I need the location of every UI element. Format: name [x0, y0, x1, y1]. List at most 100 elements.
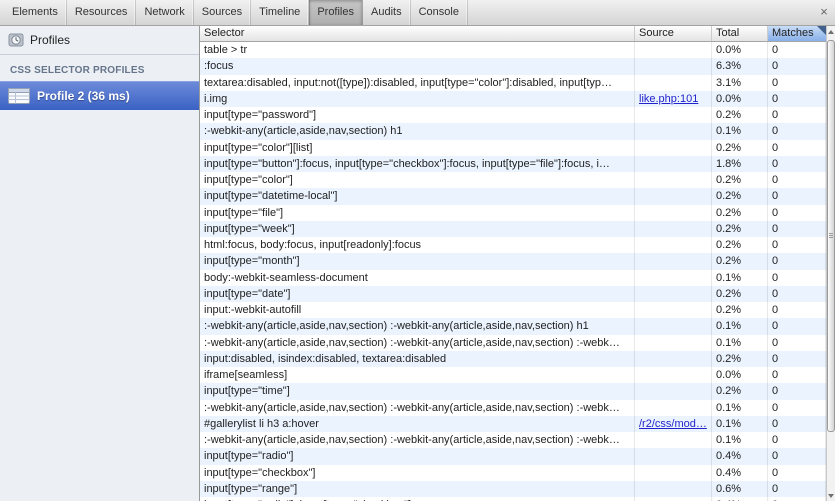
table-row[interactable]: :-webkit-any(article,aside,nav,section) …	[200, 399, 826, 416]
table-row[interactable]: :focus 6.3% 0	[200, 58, 826, 75]
table-row[interactable]: input[type="range"] 0.6% 0	[200, 480, 826, 497]
cell-selector: input:disabled, isindex:disabled, textar…	[200, 350, 635, 367]
sidebar-profiles-label: Profiles	[30, 33, 71, 47]
scroll-up-button[interactable]	[827, 26, 835, 37]
table-row[interactable]: input[type="datetime-local"] 0.2% 0	[200, 188, 826, 205]
scrollbar-thumb[interactable]	[827, 40, 835, 432]
table-row[interactable]: :-webkit-any(article,aside,nav,section) …	[200, 318, 826, 335]
cell-matches: 0	[768, 42, 826, 59]
cell-source	[635, 188, 712, 205]
cell-total: 0.2%	[712, 139, 768, 156]
table-row[interactable]: iframe[seamless] 0.0% 0	[200, 367, 826, 384]
table-row[interactable]: html:focus, body:focus, input[readonly]:…	[200, 237, 826, 254]
cell-source	[635, 172, 712, 189]
tab-sources[interactable]: Sources	[194, 0, 252, 25]
table-row[interactable]: input[type="radio"], input[type="checkbo…	[200, 497, 826, 501]
scroll-down-button[interactable]	[827, 490, 835, 501]
table-row[interactable]: :-webkit-any(article,aside,nav,section) …	[200, 123, 826, 140]
table-row[interactable]: input[type="month"] 0.2% 0	[200, 253, 826, 270]
cell-selector: input[type="password"]	[200, 107, 635, 124]
cell-total: 0.1%	[712, 415, 768, 432]
cell-source: /r2/css/mod…	[635, 415, 712, 432]
cell-total: 3.1%	[712, 74, 768, 91]
cell-selector: input[type="radio"], input[type="checkbo…	[200, 497, 635, 501]
cell-selector: input[type="checkbox"]	[200, 464, 635, 481]
table-row[interactable]: input[type="checkbox"] 0.4% 0	[200, 464, 826, 481]
table-row[interactable]: #gallerylist li h3 a:hover/r2/css/mod… 0.…	[200, 415, 826, 432]
cell-selector: input[type="radio"]	[200, 448, 635, 465]
source-link[interactable]: /r2/css/mod…	[639, 416, 707, 432]
sidebar-section-header: CSS SELECTOR PROFILES	[10, 65, 145, 76]
table-row[interactable]: input[type="password"] 0.2% 0	[200, 107, 826, 124]
table-row[interactable]: input:-webkit-autofill 0.2% 0	[200, 302, 826, 319]
cell-selector: input[type="range"]	[200, 480, 635, 497]
table-row[interactable]: table > tr 0.0% 0	[200, 42, 826, 59]
cell-source	[635, 448, 712, 465]
cell-matches: 0	[768, 464, 826, 481]
tab-timeline[interactable]: Timeline	[251, 0, 310, 25]
cell-selector: :-webkit-any(article,aside,nav,section) …	[200, 123, 635, 140]
cell-source	[635, 74, 712, 91]
cell-selector: input[type="time"]	[200, 383, 635, 400]
cell-source	[635, 269, 712, 286]
cell-source	[635, 253, 712, 270]
cell-total: 0.2%	[712, 188, 768, 205]
cell-matches: 0	[768, 123, 826, 140]
cell-source	[635, 399, 712, 416]
sidebar-item-profiles[interactable]: Profiles	[0, 26, 199, 55]
table-row[interactable]: input[type="date"] 0.2% 0	[200, 285, 826, 302]
table-row[interactable]: body:-webkit-seamless-document 0.1% 0	[200, 269, 826, 286]
sidebar-item-profile-2[interactable]: Profile 2 (36 ms)	[0, 81, 199, 110]
table-row[interactable]: input:disabled, isindex:disabled, textar…	[200, 350, 826, 367]
tab-audits[interactable]: Audits	[363, 0, 411, 25]
column-header-matches[interactable]: Matches	[768, 26, 826, 41]
table-row[interactable]: input[type="week"] 0.2% 0	[200, 220, 826, 237]
cell-matches: 0	[768, 448, 826, 465]
cell-selector: input[type="color"]	[200, 172, 635, 189]
cell-source	[635, 432, 712, 449]
cell-selector: textarea:disabled, input:not([type]):dis…	[200, 74, 635, 91]
cell-selector: :-webkit-any(article,aside,nav,section) …	[200, 334, 635, 351]
cell-source	[635, 285, 712, 302]
tab-profiles[interactable]: Profiles	[309, 0, 363, 25]
table-row[interactable]: input[type="file"] 0.2% 0	[200, 204, 826, 221]
cell-total: 0.1%	[712, 269, 768, 286]
cell-selector: table > tr	[200, 42, 635, 59]
arrow-up-icon	[828, 29, 834, 34]
table-row[interactable]: input[type="time"] 0.2% 0	[200, 383, 826, 400]
table-row[interactable]: input[type="color"][list] 0.2% 0	[200, 139, 826, 156]
cell-matches: 0	[768, 253, 826, 270]
tab-network[interactable]: Network	[136, 0, 194, 25]
cell-matches: 0	[768, 415, 826, 432]
column-header-source[interactable]: Source	[635, 26, 712, 41]
grid-body: table > tr 0.0% 0:focus 6.3% 0 textarea:disab…	[200, 42, 826, 501]
cell-source	[635, 42, 712, 59]
column-header-selector[interactable]: Selector	[200, 26, 635, 41]
cell-matches: 0	[768, 367, 826, 384]
tab-resources[interactable]: Resources	[67, 0, 137, 25]
table-row[interactable]: input[type="button"]:focus, input[type="…	[200, 155, 826, 172]
cell-selector: input[type="button"]:focus, input[type="…	[200, 155, 635, 172]
profiles-icon	[8, 32, 24, 48]
cell-total: 0.6%	[712, 480, 768, 497]
cell-total: 0.2%	[712, 220, 768, 237]
source-link[interactable]: like.php:101	[639, 91, 707, 107]
cell-total: 0.2%	[712, 383, 768, 400]
cell-matches: 0	[768, 269, 826, 286]
table-row[interactable]: input[type="color"] 0.2% 0	[200, 172, 826, 189]
sidebar: Profiles CSS SELECTOR PROFILES Profile 2…	[0, 26, 200, 501]
tab-elements[interactable]: Elements	[4, 0, 67, 25]
table-row[interactable]: i.img like.php:101 0.0% 0	[200, 90, 826, 107]
table-row[interactable]: input[type="radio"] 0.4% 0	[200, 448, 826, 465]
table-row[interactable]: textarea:disabled, input:not([type]):dis…	[200, 74, 826, 91]
cell-source	[635, 204, 712, 221]
vertical-scrollbar[interactable]	[826, 26, 835, 501]
close-icon[interactable]: ×	[813, 0, 835, 25]
column-header-matches-label: Matches	[772, 27, 814, 39]
table-row[interactable]: :-webkit-any(article,aside,nav,section) …	[200, 432, 826, 449]
table-row[interactable]: :-webkit-any(article,aside,nav,section) …	[200, 334, 826, 351]
cell-matches: 0	[768, 107, 826, 124]
cell-matches: 0	[768, 350, 826, 367]
tab-console[interactable]: Console	[411, 0, 468, 25]
column-header-total[interactable]: Total	[712, 26, 768, 41]
